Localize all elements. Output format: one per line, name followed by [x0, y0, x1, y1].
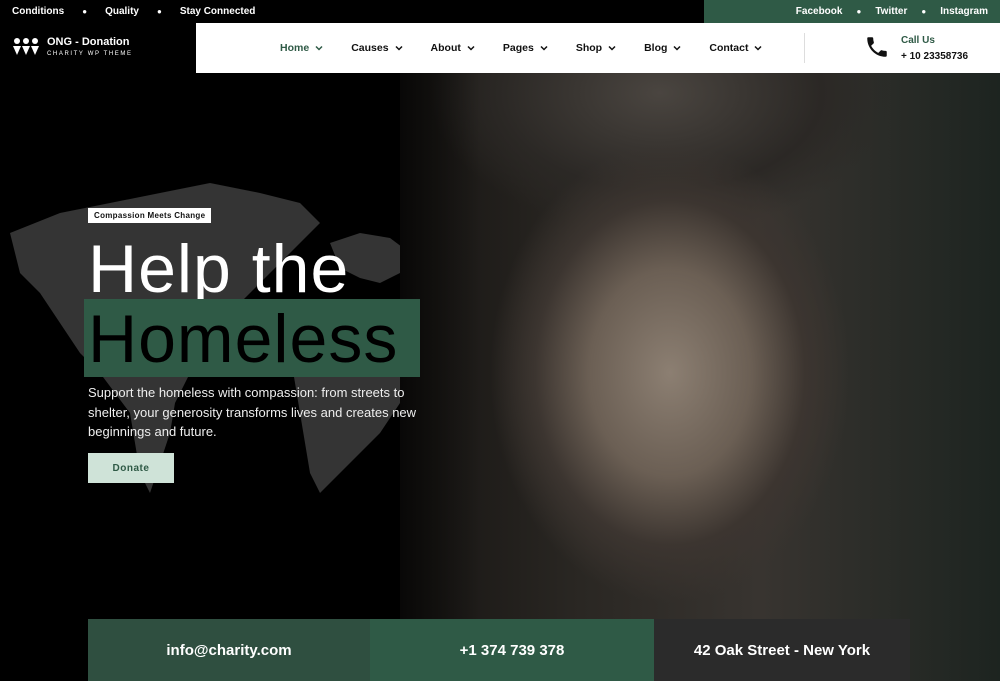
hands-heart-icon: [13, 38, 39, 55]
main-navigation: Home Causes About Pages Shop Blog Contac…: [196, 23, 1000, 73]
nav-item-pages[interactable]: Pages: [503, 42, 548, 54]
nav-item-label: Pages: [502, 42, 534, 54]
hero-badge: Compassion Meets Change: [88, 208, 212, 223]
call-label: Call Us: [901, 35, 935, 46]
photo-shade: [400, 73, 480, 681]
contact-email[interactable]: info@charity.com: [88, 619, 370, 681]
stay-connected-link[interactable]: Stay Connected: [180, 6, 256, 17]
dot-separator: ●: [82, 7, 88, 16]
contact-phone[interactable]: +1 374 739 378: [370, 619, 654, 681]
nav-item-about[interactable]: About: [431, 42, 475, 54]
chevron-down-icon: [673, 45, 681, 51]
nav-item-label: Home: [280, 42, 310, 54]
chevron-down-icon: [540, 45, 548, 51]
nav-item-shop[interactable]: Shop: [576, 42, 616, 54]
nav-item-label: Blog: [644, 42, 668, 54]
nav-item-home[interactable]: Home: [280, 42, 323, 54]
nav-item-blog[interactable]: Blog: [644, 42, 681, 54]
chevron-down-icon: [315, 45, 323, 51]
dot-separator: ●: [156, 7, 162, 16]
hero-photo: [400, 73, 1000, 681]
instagram-link[interactable]: Instagram: [940, 6, 988, 17]
logo-subtitle: CHARITY WP THEME: [47, 51, 133, 57]
nav-item-label: Contact: [709, 42, 749, 54]
nav-item-label: About: [430, 42, 461, 54]
top-links: Conditions ● Quality ● Stay Connected: [12, 0, 255, 23]
chevron-down-icon: [608, 45, 616, 51]
contact-strip: info@charity.com +1 374 739 378 42 Oak S…: [88, 619, 910, 681]
call-number[interactable]: + 10 23358736: [901, 51, 968, 62]
nav-item-label: Shop: [575, 42, 603, 54]
social-links: Facebook ● Twitter ● Instagram: [704, 0, 1000, 23]
nav-item-causes[interactable]: Causes: [351, 42, 403, 54]
chevron-down-icon: [754, 45, 763, 51]
contact-address: 42 Oak Street - New York: [654, 619, 910, 681]
logo[interactable]: ONG - Donation CHARITY WP THEME: [0, 23, 196, 73]
dot-separator: ●: [921, 7, 927, 16]
logo-title: ONG - Donation: [47, 36, 130, 48]
hero-description: Support the homeless with compassion: fr…: [88, 385, 417, 439]
dot-separator: ●: [856, 7, 862, 16]
facebook-link[interactable]: Facebook: [796, 6, 843, 17]
donate-button[interactable]: Donate: [88, 453, 174, 483]
hero-section: Compassion Meets Change Help the Homeles…: [0, 73, 1000, 681]
chevron-down-icon: [395, 45, 403, 51]
nav-item-contact[interactable]: Contact: [709, 42, 763, 54]
quality-link[interactable]: Quality: [105, 6, 139, 17]
chevron-down-icon: [467, 45, 475, 51]
top-bar: Conditions ● Quality ● Stay Connected Fa…: [0, 0, 1000, 23]
phone-icon: [867, 37, 887, 57]
nav-item-label: Causes: [351, 42, 389, 54]
nav-menu: Home Causes About Pages Shop Blog Contac…: [280, 23, 790, 73]
hero-headline-line1: Help the: [88, 231, 350, 307]
nav-divider: [804, 33, 805, 63]
twitter-link[interactable]: Twitter: [875, 6, 907, 17]
hero-headline-line2: Homeless: [88, 301, 399, 377]
conditions-link[interactable]: Conditions: [12, 6, 64, 17]
